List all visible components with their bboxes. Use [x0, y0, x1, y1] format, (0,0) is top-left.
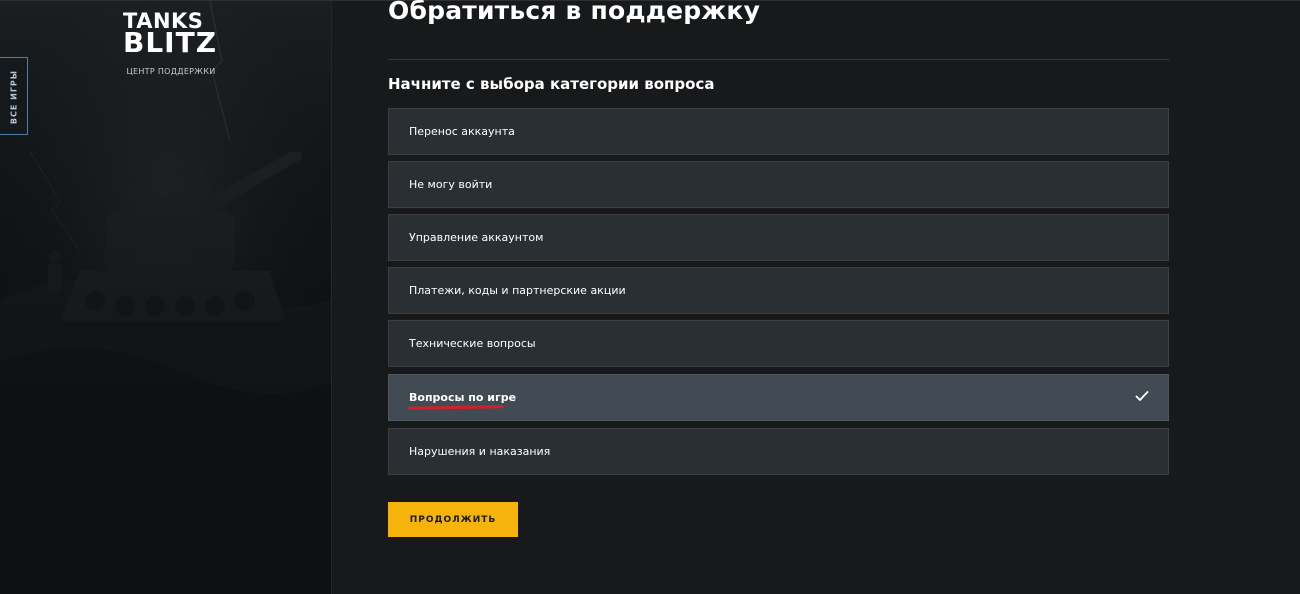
category-item-account-transfer[interactable]: Перенос аккаунта [388, 108, 1169, 155]
category-label: Не могу войти [409, 178, 493, 191]
all-games-tab[interactable]: ВСЕ ИГРЫ [0, 57, 28, 135]
page-title: Обратиться в поддержку [388, 0, 761, 25]
category-item-account-management[interactable]: Управление аккаунтом [388, 214, 1169, 261]
title-divider [388, 59, 1169, 60]
red-annotation-underline [407, 405, 505, 410]
category-item-game-questions[interactable]: Вопросы по игре [388, 374, 1169, 421]
category-prompt: Начните с выбора категории вопроса [388, 75, 715, 93]
category-item-technical[interactable]: Технические вопросы [388, 320, 1169, 367]
category-label: Платежи, коды и партнерские акции [409, 284, 626, 297]
sidebar: TANKS BLITZ ЦЕНТР ПОДДЕРЖКИ ВСЕ ИГРЫ [0, 1, 331, 594]
sidebar-border [331, 1, 332, 594]
continue-button[interactable]: ПРОДОЛЖИТЬ [388, 502, 518, 537]
category-label: Перенос аккаунта [409, 125, 515, 138]
category-item-cannot-login[interactable]: Не могу войти [388, 161, 1169, 208]
category-item-violations[interactable]: Нарушения и наказания [388, 428, 1169, 475]
check-icon [1135, 391, 1149, 401]
logo-text-line2: BLITZ [123, 26, 218, 59]
category-label: Вопросы по игре [409, 391, 517, 404]
category-label: Нарушения и наказания [409, 445, 551, 458]
tank-background-art [0, 1, 331, 594]
tanks-blitz-logo[interactable]: TANKS BLITZ [118, 9, 226, 61]
support-center-caption: ЦЕНТР ПОДДЕРЖКИ [126, 67, 216, 76]
category-label: Управление аккаунтом [409, 231, 544, 244]
all-games-label: ВСЕ ИГРЫ [9, 69, 19, 125]
category-item-payments[interactable]: Платежи, коды и партнерские акции [388, 267, 1169, 314]
category-label: Технические вопросы [409, 337, 536, 350]
